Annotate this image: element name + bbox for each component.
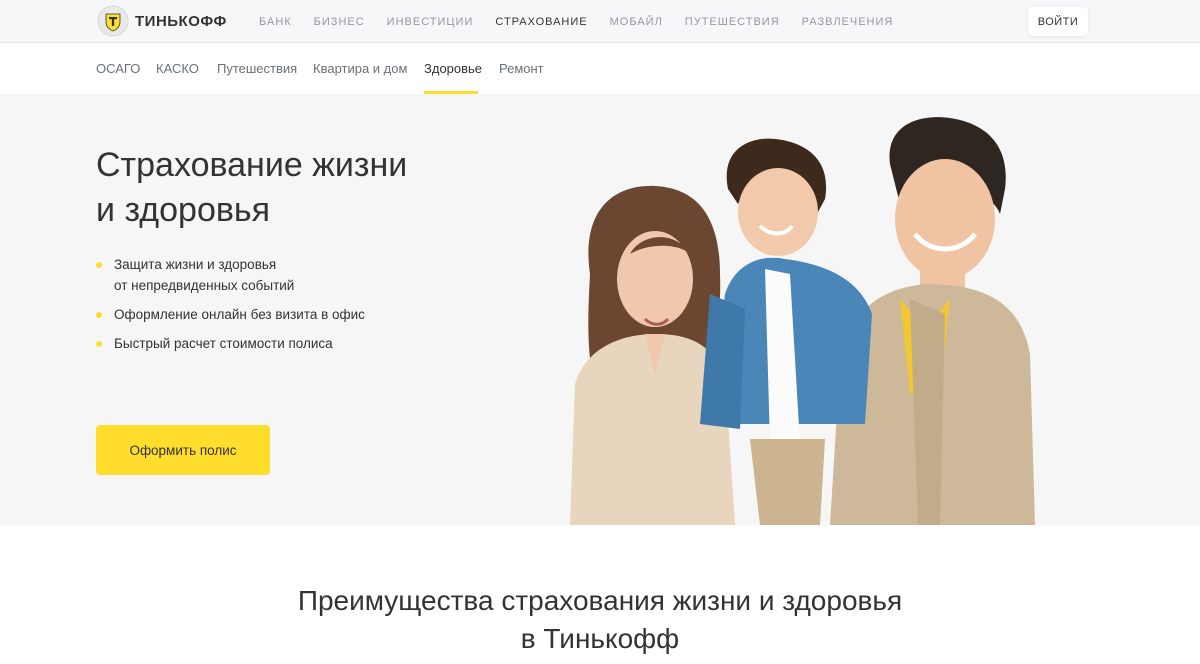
top-nav-item[interactable]: ИНВЕСТИЦИИ <box>387 16 474 28</box>
top-nav: БАНК БИЗНЕС ИНВЕСТИЦИИ СТРАХОВАНИЕ МОБАЙЛ ПУТ… <box>259 0 915 43</box>
benefit-item: Оформление онлайн без визита в офис <box>96 304 365 325</box>
subnav-tab[interactable]: Квартира и дом <box>313 61 407 76</box>
top-nav-item[interactable]: СТРАХОВАНИЕ <box>495 16 587 28</box>
subnav-tab[interactable]: КАСКО <box>156 61 199 76</box>
advantages-title: Преимущества страхования жизни и здоровь… <box>0 582 1200 658</box>
logo[interactable]: ТИНЬКОФФ <box>97 5 227 37</box>
top-nav-item[interactable]: МОБАЙЛ <box>610 16 663 28</box>
benefit-item: Защита жизни и здоровья от непредвиденных… <box>96 254 365 296</box>
subnav-tab[interactable]: ОСАГО <box>96 61 140 76</box>
benefit-item: Быстрый расчет стоимости полиса <box>96 333 365 354</box>
top-nav-item[interactable]: РАЗВЛЕЧЕНИЯ <box>802 16 894 28</box>
get-policy-button[interactable]: Оформить полис <box>96 425 270 475</box>
top-nav-item[interactable]: ПУТЕШЕСТВИЯ <box>685 16 780 28</box>
hero-section: Страхование жизни и здоровья Защита жизн… <box>0 94 1200 525</box>
page-title: Страхование жизни и здоровья <box>96 143 516 233</box>
top-nav-item[interactable]: БАНК <box>259 16 292 28</box>
benefit-text: Быстрый расчет стоимости полиса <box>114 336 333 351</box>
insurance-subnav: ОСАГО КАСКО Путешествия Квартира и дом Здоро… <box>0 43 1200 94</box>
benefits-list: Защита жизни и здоровья от непредвиденных… <box>96 254 365 362</box>
logo-text: ТИНЬКОФФ <box>135 12 227 30</box>
family-photo <box>570 117 1035 525</box>
top-nav-item[interactable]: БИЗНЕС <box>314 16 365 28</box>
page-title-line1: Страхование жизни <box>96 146 408 184</box>
subnav-tab[interactable]: Путешествия <box>217 61 297 76</box>
top-header: ТИНЬКОФФ БАНК БИЗНЕС ИНВЕСТИЦИИ СТРАХОВАНИЕ… <box>0 0 1200 43</box>
subnav-tab[interactable]: Здоровье <box>424 61 482 76</box>
page-title-line2: и здоровья <box>96 191 271 229</box>
advantages-title-line1: Преимущества страхования жизни и здоровь… <box>297 585 903 616</box>
login-button[interactable]: ВОЙТИ <box>1028 7 1088 36</box>
subnav-tab[interactable]: Ремонт <box>499 61 544 76</box>
tinkoff-shield-icon <box>97 5 129 37</box>
benefit-text: Оформление онлайн без визита в офис <box>114 307 365 322</box>
advantages-title-line2: в Тинькофф <box>520 623 680 654</box>
benefit-text: Защита жизни и здоровья <box>114 257 277 272</box>
benefit-text: от непредвиденных событий <box>114 278 295 293</box>
